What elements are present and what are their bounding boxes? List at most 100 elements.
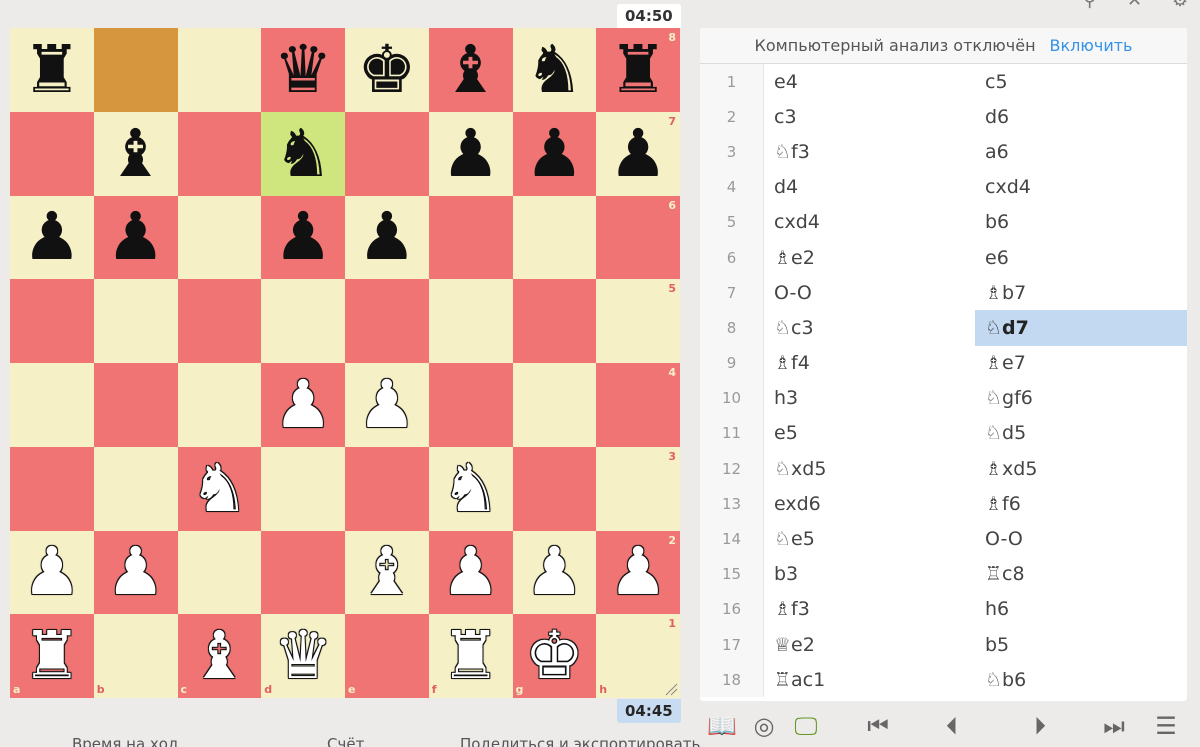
white-move[interactable]: b3: [764, 557, 975, 592]
square-d5[interactable]: [261, 279, 345, 363]
black-move[interactable]: cxd4: [975, 170, 1187, 205]
tab-share-export[interactable]: Поделиться и экспортировать: [460, 735, 700, 747]
white-king-icon[interactable]: ♚: [525, 623, 584, 689]
black-pawn-icon[interactable]: ♟: [609, 120, 668, 187]
square-d8[interactable]: ♛: [261, 28, 345, 112]
square-f7[interactable]: ♟: [428, 111, 513, 196]
white-move[interactable]: h3: [764, 381, 975, 416]
white-bishop-icon[interactable]: ♝: [190, 623, 249, 689]
black-queen-icon[interactable]: ♛: [274, 36, 333, 103]
square-g4[interactable]: [512, 363, 597, 447]
square-g2[interactable]: ♟: [512, 530, 597, 615]
black-knight-icon[interactable]: ♞: [525, 36, 584, 103]
square-c7[interactable]: [177, 111, 262, 196]
tools-icon[interactable]: ✕: [1127, 0, 1142, 11]
black-pawn-icon[interactable]: ♟: [357, 204, 416, 270]
black-move[interactable]: ♘b6: [975, 662, 1187, 697]
white-knight-icon[interactable]: ♞: [190, 455, 249, 522]
computer-analysis-icon[interactable]: 🖵: [788, 705, 824, 747]
square-d6[interactable]: ♟: [261, 195, 345, 280]
square-f2[interactable]: ♟: [428, 530, 513, 615]
white-move[interactable]: c3: [764, 99, 975, 134]
square-c6[interactable]: [177, 195, 262, 280]
square-g8[interactable]: ♞: [512, 28, 597, 112]
last-move-icon[interactable]: ⏭: [1096, 705, 1132, 747]
square-a4[interactable]: [10, 363, 94, 447]
square-c3[interactable]: ♞: [177, 446, 262, 531]
square-g7[interactable]: ♟: [512, 111, 597, 196]
square-a2[interactable]: ♟: [10, 530, 94, 615]
white-knight-icon[interactable]: ♞: [441, 455, 500, 522]
black-pawn-icon[interactable]: ♟: [274, 204, 333, 270]
black-move[interactable]: d6: [975, 99, 1187, 134]
square-e2[interactable]: ♝: [345, 530, 429, 615]
black-move[interactable]: ♗f6: [975, 486, 1187, 521]
square-a6[interactable]: ♟: [10, 195, 94, 280]
square-e7[interactable]: [345, 111, 429, 196]
black-bishop-icon[interactable]: ♝: [106, 120, 165, 187]
square-c2[interactable]: [177, 530, 262, 615]
black-move[interactable]: ♖c8: [975, 557, 1187, 592]
square-e8[interactable]: ♚: [345, 28, 429, 112]
white-rook-icon[interactable]: ♜: [22, 623, 81, 689]
square-b2[interactable]: ♟: [93, 530, 178, 615]
square-f8[interactable]: ♝: [428, 28, 513, 112]
square-b1[interactable]: b: [93, 614, 178, 698]
chess-board[interactable]: ♜ ♛ ♚ ♝ ♞ ♜ 8 ♝ ♞ ♟ ♟ ♟ 7 ♟ ♟ ♟ ♟ 6 5 ♟ ♟ 4 ♞ ♞ 3 ♟ ♟ ♝ ♟ ♟ ♟ 2 ♜ a b ♝ c ♛ d e…: [10, 28, 680, 698]
square-e6[interactable]: ♟: [345, 195, 429, 280]
white-move[interactable]: ♕e2: [764, 627, 975, 662]
white-move[interactable]: ♘c3: [764, 310, 975, 345]
square-f5[interactable]: [428, 279, 513, 363]
square-h6[interactable]: 6: [596, 195, 680, 280]
white-pawn-icon[interactable]: ♟: [525, 539, 584, 605]
white-pawn-icon[interactable]: ♟: [106, 539, 165, 605]
white-pawn-icon[interactable]: ♟: [22, 539, 81, 605]
white-move[interactable]: ♗e2: [764, 240, 975, 275]
square-b3[interactable]: [93, 446, 178, 531]
square-d7[interactable]: ♞: [261, 111, 345, 196]
black-king-icon[interactable]: ♚: [357, 36, 416, 103]
square-e1[interactable]: e: [345, 614, 429, 698]
black-knight-icon[interactable]: ♞: [274, 120, 333, 187]
prev-move-icon[interactable]: ⏴: [934, 705, 970, 747]
white-pawn-icon[interactable]: ♟: [357, 371, 416, 438]
practice-target-icon[interactable]: ◎: [746, 705, 782, 747]
square-c1[interactable]: ♝ c: [177, 614, 262, 698]
tab-time-per-move[interactable]: Время на ход: [72, 735, 178, 747]
black-rook-icon[interactable]: ♜: [22, 36, 81, 103]
square-c8[interactable]: [177, 28, 262, 112]
square-h5[interactable]: 5: [596, 279, 680, 363]
black-rook-icon[interactable]: ♜: [609, 36, 668, 103]
black-pawn-icon[interactable]: ♟: [525, 120, 584, 187]
square-d2[interactable]: [261, 530, 345, 615]
menu-icon[interactable]: ☰: [1148, 705, 1184, 747]
black-move[interactable]: c5: [975, 64, 1187, 99]
white-move[interactable]: d4: [764, 170, 975, 205]
square-a3[interactable]: [10, 446, 94, 531]
white-move[interactable]: ♗f4: [764, 346, 975, 381]
square-b4[interactable]: [93, 363, 178, 447]
square-b7[interactable]: ♝: [93, 111, 178, 196]
white-rook-icon[interactable]: ♜: [441, 623, 500, 689]
opening-book-icon[interactable]: 📖: [704, 705, 740, 747]
square-c4[interactable]: [177, 363, 262, 447]
black-move[interactable]: b6: [975, 205, 1187, 240]
white-move[interactable]: cxd4: [764, 205, 975, 240]
white-move[interactable]: e5: [764, 416, 975, 451]
square-b5[interactable]: [93, 279, 178, 363]
square-e5[interactable]: [345, 279, 429, 363]
white-pawn-icon[interactable]: ♟: [274, 371, 333, 438]
white-move[interactable]: ♗f3: [764, 592, 975, 627]
tab-score[interactable]: Счёт: [327, 735, 364, 747]
square-d1[interactable]: ♛ d: [261, 614, 345, 698]
square-c5[interactable]: [177, 279, 262, 363]
white-move[interactable]: ♖ac1: [764, 662, 975, 697]
square-g6[interactable]: [512, 195, 597, 280]
resize-handle-icon[interactable]: [664, 682, 678, 696]
square-a7[interactable]: [10, 111, 94, 196]
enable-analysis-link[interactable]: Включить: [1050, 36, 1133, 55]
white-move[interactable]: ♘xd5: [764, 451, 975, 486]
black-move[interactable]: ♘gf6: [975, 381, 1187, 416]
square-a5[interactable]: [10, 279, 94, 363]
square-b8[interactable]: [93, 28, 178, 112]
